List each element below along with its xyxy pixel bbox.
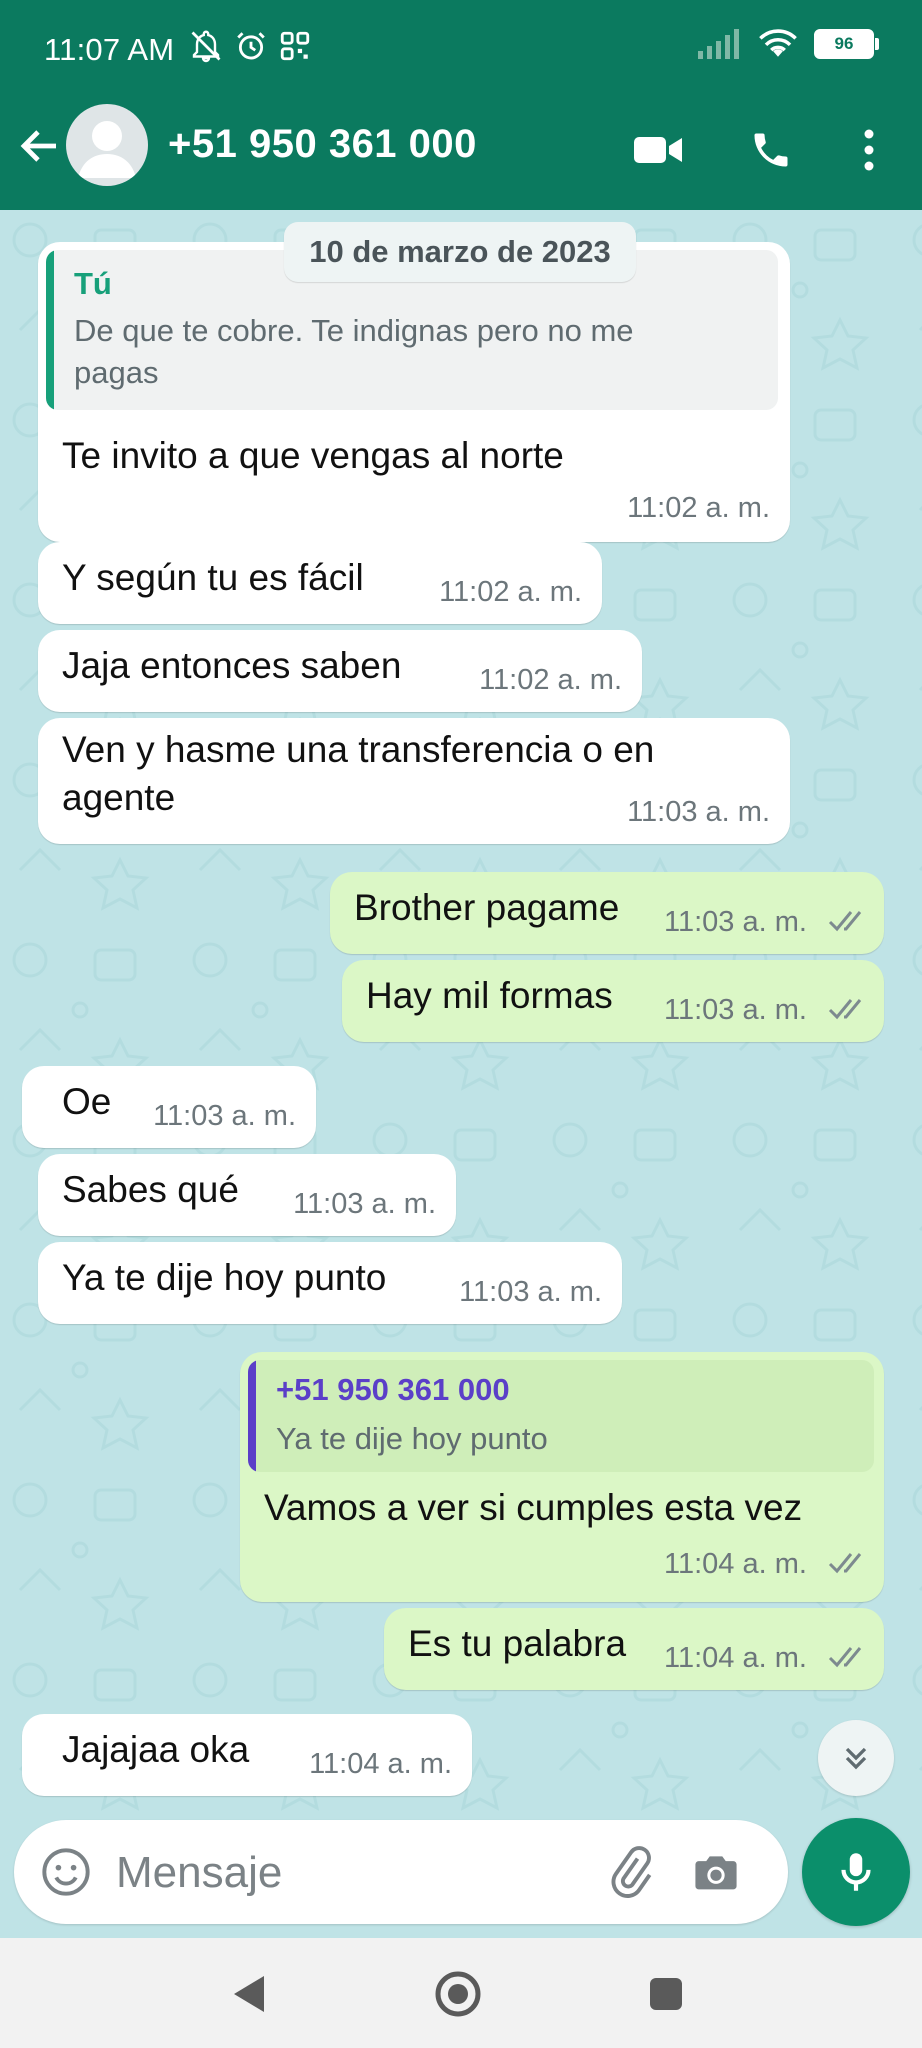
message-text: Y según tu es fácil <box>62 557 364 598</box>
back-button[interactable] <box>16 122 64 170</box>
message-time: 11:03 a. m. <box>459 1276 602 1308</box>
message-text: Jajajaa oka <box>62 1729 250 1770</box>
message-bubble-incoming[interactable]: Ven y hasme una transferencia o en agent… <box>38 718 790 844</box>
paperclip-icon <box>611 1846 652 1898</box>
message-bubble-incoming[interactable]: Oe 11:03 a. m. <box>22 1066 316 1148</box>
nav-home-button[interactable] <box>430 1966 486 2022</box>
phone-icon <box>754 133 788 167</box>
back-arrow-icon <box>20 130 56 162</box>
message-bubble-incoming[interactable]: Jaja entonces saben 11:02 a. m. <box>38 630 642 712</box>
message-text: Hay mil formas <box>366 975 613 1016</box>
message-time: 11:02 a. m. <box>479 664 622 696</box>
camera-button[interactable] <box>688 1844 744 1900</box>
call-button[interactable] <box>743 122 799 178</box>
battery-indicator: 96 <box>814 29 879 59</box>
triangle-back-icon <box>234 1976 264 2012</box>
double-check-icon <box>828 999 862 1020</box>
signal-icon <box>698 29 739 59</box>
message-bubble-incoming[interactable]: Y según tu es fácil 11:02 a. m. <box>38 542 602 624</box>
message-text: Brother pagame <box>354 887 620 928</box>
status-bar: 11:07 AM 96 <box>0 0 922 100</box>
date-chip: 10 de marzo de 2023 <box>284 222 636 282</box>
message-bubble-outgoing[interactable]: Brother pagame 11:03 a. m. <box>330 872 884 954</box>
double-check-icon <box>828 1647 862 1668</box>
message-time: 11:03 a. m. <box>664 994 807 1026</box>
voice-message-button[interactable] <box>802 1818 910 1926</box>
date-chip-label: 10 de marzo de 2023 <box>309 234 611 269</box>
message-text: Vamos a ver si cumples esta vez <box>264 1487 803 1528</box>
quote-text-line-1: De que te cobre. Te indignas pero no me <box>74 313 634 348</box>
message-time: 11:03 a. m. <box>153 1100 296 1132</box>
quote-text-line-2: pagas <box>74 355 159 390</box>
message-text: Te invito a que vengas al norte <box>62 435 564 476</box>
more-vert-icon <box>864 129 874 171</box>
message-bubble-incoming[interactable]: Tú De que te cobre. Te indignas pero no … <box>38 242 790 542</box>
circle-home-icon <box>435 1971 481 2017</box>
message-text-line-2: agente <box>62 777 176 818</box>
status-icons-right: 96 <box>698 28 879 60</box>
message-bubble-incoming[interactable]: Sabes qué 11:03 a. m. <box>38 1154 456 1236</box>
message-bubble-outgoing[interactable]: Hay mil formas 11:03 a. m. <box>342 960 884 1042</box>
square-recents-icon <box>650 1978 682 2010</box>
system-navigation-bar <box>0 1938 922 2048</box>
chat-area[interactable]: Tú De que te cobre. Te indignas pero no … <box>0 210 922 1820</box>
message-time: 11:04 a. m. <box>309 1748 452 1780</box>
message-time: 11:03 a. m. <box>293 1188 436 1220</box>
message-bubble-incoming[interactable]: Ya te dije hoy punto 11:03 a. m. <box>38 1242 622 1324</box>
nav-recents-button[interactable] <box>638 1966 694 2022</box>
apps-grid-icon <box>280 31 310 61</box>
video-call-icon <box>634 137 682 163</box>
chat-header: +51 950 361 000 <box>0 100 922 210</box>
message-time: 11:04 a. m. <box>664 1642 807 1674</box>
video-call-button[interactable] <box>630 122 686 178</box>
scroll-to-bottom-button[interactable] <box>818 1720 894 1796</box>
emoji-button[interactable] <box>38 1844 94 1900</box>
message-input[interactable] <box>114 1838 598 1908</box>
double-chevron-down-icon <box>845 1747 867 1770</box>
wifi-icon <box>759 29 797 57</box>
message-bubble-incoming[interactable]: Jajajaa oka 11:04 a. m. <box>22 1714 472 1796</box>
message-bubble-outgoing[interactable]: Es tu palabra 11:04 a. m. <box>384 1608 884 1690</box>
message-text: Ya te dije hoy punto <box>62 1257 387 1298</box>
message-text: Sabes qué <box>62 1169 239 1210</box>
quote-author: Tú <box>74 266 112 301</box>
avatar[interactable] <box>66 104 148 186</box>
camera-icon <box>695 1856 737 1890</box>
status-time: 11:07 AM <box>44 32 175 67</box>
battery-level: 96 <box>834 34 854 53</box>
notifications-muted-icon <box>191 30 221 63</box>
message-text: Es tu palabra <box>408 1623 627 1664</box>
message-text-line-1: Ven y hasme una transferencia o en <box>62 729 655 770</box>
alarm-icon <box>237 32 265 60</box>
nav-back-button[interactable] <box>220 1966 276 2022</box>
message-text: Jaja entonces saben <box>62 645 402 686</box>
microphone-icon <box>841 1853 871 1891</box>
more-options-button[interactable] <box>841 122 897 178</box>
double-check-icon <box>828 911 862 932</box>
message-time: 11:03 a. m. <box>664 906 807 938</box>
quote-author: +51 950 361 000 <box>276 1372 510 1407</box>
status-icons-left <box>188 28 312 64</box>
message-composer <box>14 1820 788 1924</box>
quote-bar <box>248 1360 256 1472</box>
emoji-icon <box>42 1848 90 1896</box>
message-bubble-outgoing[interactable]: +51 950 361 000 Ya te dije hoy punto Vam… <box>240 1352 884 1602</box>
default-avatar-icon <box>78 121 136 178</box>
message-time: 11:02 a. m. <box>627 492 770 524</box>
quote-bar <box>46 250 54 410</box>
message-time: 11:03 a. m. <box>627 796 770 828</box>
message-text: Oe <box>62 1081 112 1122</box>
quoted-message[interactable]: +51 950 361 000 Ya te dije hoy punto <box>248 1360 874 1472</box>
message-time: 11:02 a. m. <box>439 576 582 608</box>
double-check-icon <box>828 1553 862 1574</box>
quote-text: Ya te dije hoy punto <box>276 1421 548 1456</box>
message-time: 11:04 a. m. <box>664 1548 807 1580</box>
contact-name[interactable]: +51 950 361 000 <box>168 122 477 167</box>
attach-button[interactable] <box>602 1844 658 1900</box>
